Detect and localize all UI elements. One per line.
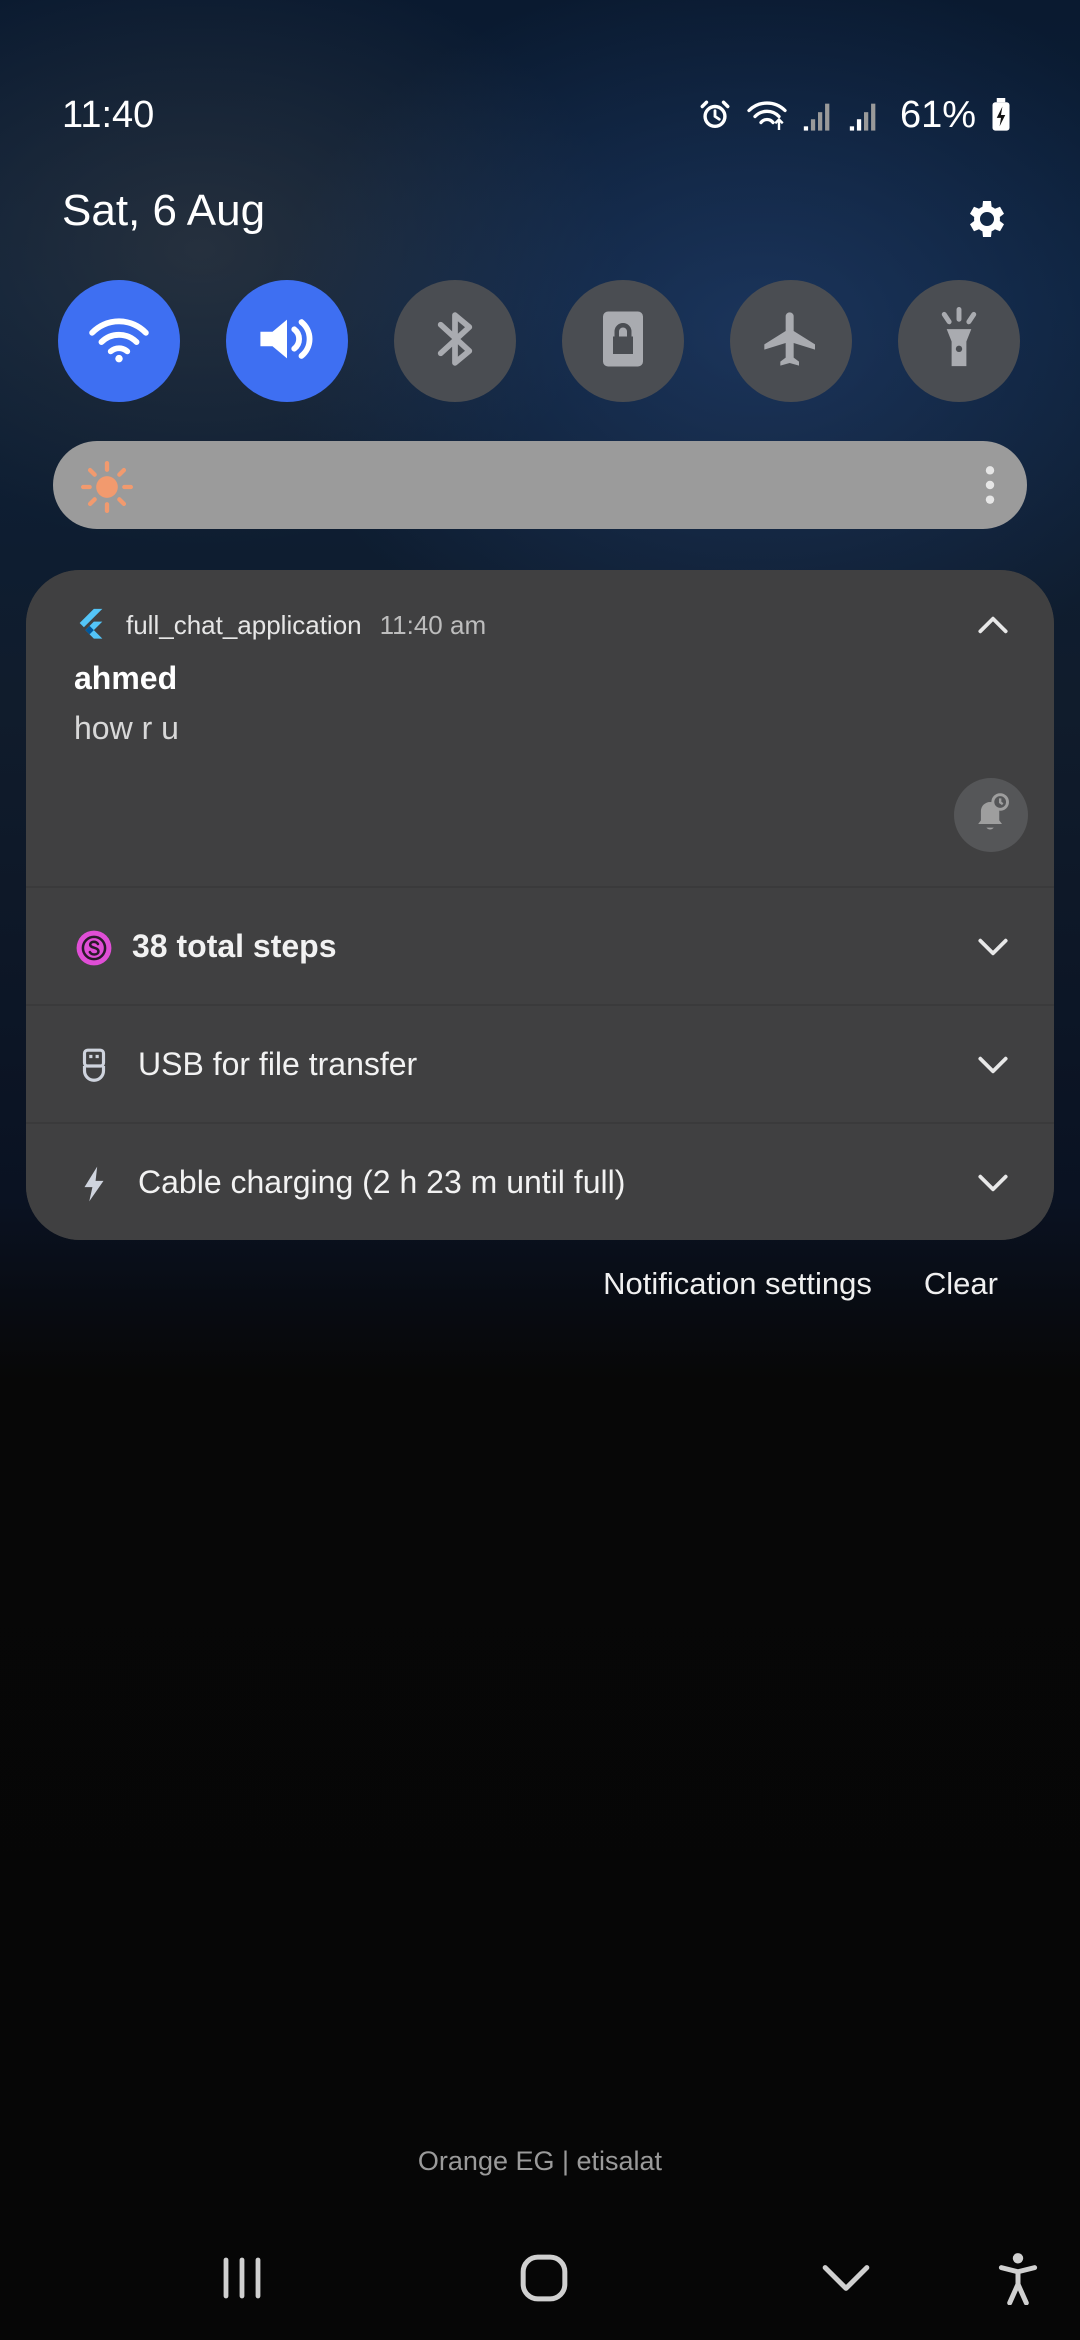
gear-icon <box>961 195 1009 248</box>
steps-notification[interactable]: 38 total steps <box>26 888 1054 1004</box>
back-button[interactable] <box>786 2230 906 2330</box>
home-button[interactable] <box>484 2230 604 2330</box>
recents-icon <box>218 2256 266 2305</box>
chevron-up-icon[interactable] <box>974 606 1012 649</box>
wifi-toggle[interactable] <box>58 280 180 402</box>
notification-actions: Notification settings Clear <box>603 1266 998 1302</box>
chat-message: how r u <box>74 710 179 746</box>
chevron-down-icon[interactable] <box>974 928 1012 971</box>
chat-app-name: full_chat_application <box>126 610 362 640</box>
signal-icon-sim2 <box>848 98 880 132</box>
quick-settings-row <box>58 280 1022 402</box>
chevron-down-icon[interactable] <box>974 1046 1012 1089</box>
bell-snooze-icon <box>969 791 1013 840</box>
usb-label: USB for file transfer <box>138 1046 418 1082</box>
charging-notification[interactable]: Cable charging (2 h 23 m until full) <box>26 1124 1054 1240</box>
notification-panel: full_chat_application 11:40 am ahmed how… <box>26 570 1054 1240</box>
brightness-slider[interactable] <box>53 441 1027 529</box>
chevron-down-icon <box>821 2260 871 2301</box>
battery-percent: 61% <box>899 93 976 136</box>
airplane-icon <box>759 307 823 376</box>
status-bar: 11:40 61% <box>0 0 1080 170</box>
steps-label: 38 total steps <box>132 928 337 964</box>
flutter-app-icon <box>74 606 108 645</box>
lightning-icon <box>72 1162 116 1206</box>
samsung-health-icon <box>72 926 116 970</box>
bluetooth-icon <box>430 308 480 375</box>
chat-sender: ahmed <box>74 660 178 696</box>
speaker-icon <box>253 310 321 373</box>
bluetooth-toggle[interactable] <box>394 280 516 402</box>
snooze-button[interactable] <box>954 778 1028 852</box>
carrier-label: Orange EG | etisalat <box>417 2146 663 2176</box>
charging-label: Cable charging (2 h 23 m until full) <box>138 1164 626 1200</box>
home-icon <box>519 2253 569 2308</box>
portrait-lock-icon <box>598 309 648 374</box>
flashlight-icon <box>934 306 984 376</box>
navigation-bar <box>0 2230 1080 2340</box>
airplane-mode-toggle[interactable] <box>730 280 852 402</box>
usb-notification[interactable]: USB for file transfer <box>26 1006 1054 1122</box>
accessibility-button[interactable] <box>958 2230 1078 2330</box>
wifi-status-icon <box>746 98 788 132</box>
alarm-icon <box>698 98 732 132</box>
wifi-icon <box>88 313 150 370</box>
chat-notification-header: full_chat_application 11:40 am <box>74 606 486 645</box>
notification-settings-button[interactable]: Notification settings <box>603 1266 872 1302</box>
date-label: Sat, 6 Aug <box>62 186 266 235</box>
signal-icon-sim1 <box>802 98 834 132</box>
recent-apps-button[interactable] <box>182 2230 302 2330</box>
chevron-down-icon[interactable] <box>974 1164 1012 1207</box>
status-time: 11:40 <box>62 94 155 136</box>
rotation-lock-toggle[interactable] <box>562 280 684 402</box>
settings-button[interactable] <box>950 186 1020 256</box>
accessibility-icon <box>996 2251 1040 2310</box>
chat-notification[interactable]: full_chat_application 11:40 am ahmed how… <box>26 570 1054 886</box>
sun-icon <box>81 461 133 518</box>
chat-notification-time: 11:40 am <box>379 610 487 640</box>
clear-button[interactable]: Clear <box>924 1266 998 1302</box>
status-icons: 61% <box>698 90 1012 140</box>
battery-charging-icon <box>990 98 1012 132</box>
sound-toggle[interactable] <box>226 280 348 402</box>
more-vert-icon[interactable] <box>983 463 997 512</box>
usb-icon <box>72 1044 116 1088</box>
flashlight-toggle[interactable] <box>898 280 1020 402</box>
